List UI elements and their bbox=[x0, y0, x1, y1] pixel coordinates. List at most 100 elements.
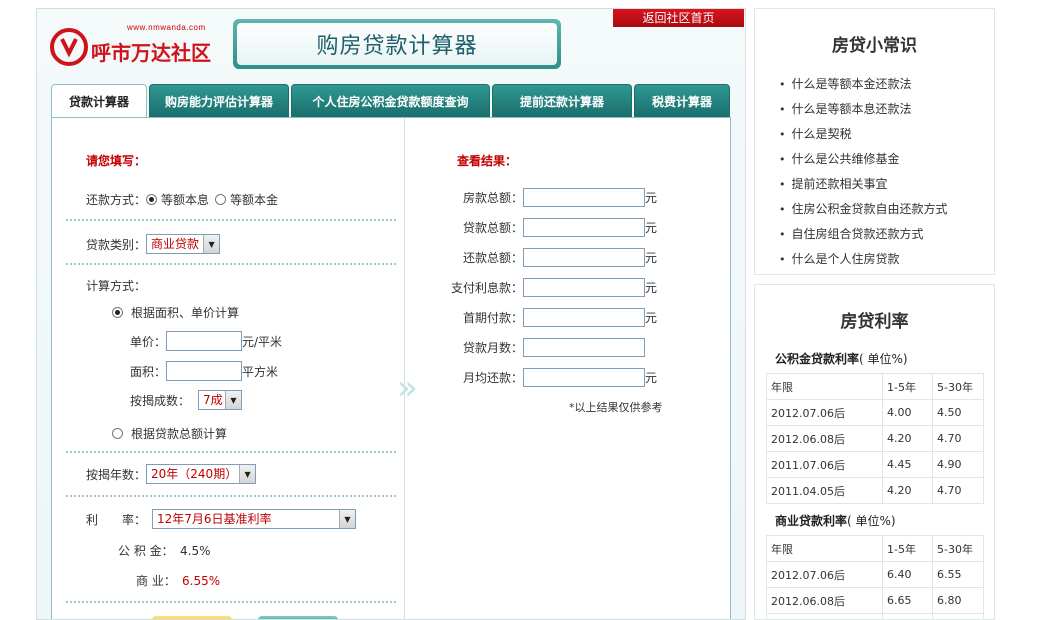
calculate-button[interactable] bbox=[152, 616, 232, 619]
calc-method-row: 计算方式： bbox=[86, 277, 146, 294]
chevron-down-icon: ▼ bbox=[339, 510, 355, 528]
result-unit: 元 bbox=[645, 281, 658, 295]
reset-button[interactable] bbox=[258, 616, 338, 619]
unit-price-label: 单价： bbox=[130, 334, 167, 349]
page-title: 购房贷款计算器 bbox=[237, 23, 557, 65]
down-payment-output[interactable] bbox=[523, 308, 645, 327]
chevron-down-icon: ▼ bbox=[239, 465, 256, 483]
result-unit: 元 bbox=[645, 191, 658, 205]
result-row: 贷款总额： 元 bbox=[445, 218, 657, 237]
repay-total-output[interactable] bbox=[523, 248, 645, 267]
fund-rate-table: 年限 1-5年 5-30年 2012.07.06后 4.00 4.50 2012.06.08… bbox=[766, 373, 984, 504]
calculator-tabs: 贷款计算器 购房能力评估计算器 个人住房公积金贷款额度查询 提前还款计算器 税费… bbox=[51, 84, 732, 118]
tip-link[interactable]: 什么是等额本息还款法 bbox=[779, 97, 994, 122]
repay-opt2-label: 等额本金 bbox=[230, 193, 279, 207]
unit-price-unit: 元/平米 bbox=[242, 334, 283, 349]
monthly-payment-output[interactable] bbox=[523, 368, 645, 387]
table-row: 2012.07.06后 4.00 4.50 bbox=[766, 399, 984, 426]
area-input[interactable] bbox=[166, 361, 242, 381]
house-total-output[interactable] bbox=[523, 188, 645, 207]
table-header-cell: 5-30年 bbox=[932, 373, 984, 400]
interest-output[interactable] bbox=[523, 278, 645, 297]
table-row: 年限 1-5年 5-30年 bbox=[766, 535, 984, 562]
result-section: 查看结果： 房款总额： 元 贷款总额： 元 还款总额： 元 支付利息款： 元 首… bbox=[405, 118, 732, 619]
tab-fund-quota[interactable]: 个人住房公积金贷款额度查询 bbox=[291, 84, 490, 118]
table-cell: 4.00 bbox=[882, 399, 933, 426]
table-cell: 6.55 bbox=[932, 561, 984, 588]
commercial-rate-row: 商 业： 6.55% bbox=[136, 572, 220, 589]
rates-title: 房贷利率 bbox=[840, 312, 909, 332]
years-row: 按揭年数： 20年（240期） ▼ bbox=[86, 464, 257, 484]
loan-total-output[interactable] bbox=[523, 218, 645, 237]
mortgage-ratio-value: 7成 bbox=[203, 393, 223, 407]
mortgage-rates-box: 房贷利率 公积金贷款利率( 单位%) 年限 1-5年 5-30年 2012.07.06… bbox=[754, 284, 995, 620]
loan-type-select[interactable]: 商业贷款 ▼ bbox=[146, 234, 221, 254]
wanda-logo-icon bbox=[50, 28, 88, 66]
fund-rate-value: 4.5% bbox=[180, 543, 211, 558]
fund-table-name: 公积金贷款利率 bbox=[775, 352, 860, 366]
table-cell: 7.05 bbox=[932, 613, 984, 619]
tip-link[interactable]: 自住房组合贷款还款方式 bbox=[779, 222, 994, 247]
table-cell: 4.70 bbox=[932, 425, 984, 452]
tip-link[interactable]: 什么是公共维修基金 bbox=[779, 147, 994, 172]
calculator-panel: 请您填写： 还款方式： 等额本息 等额本金 贷款类别： 商业贷款 ▼ 计算方式： bbox=[51, 117, 732, 619]
years-select[interactable]: 20年（240期） ▼ bbox=[146, 464, 257, 484]
table-cell: 2012.07.06后 bbox=[766, 561, 883, 588]
divider bbox=[66, 263, 396, 265]
tip-link[interactable]: 什么是等额本金还款法 bbox=[779, 72, 994, 97]
table-cell: 4.90 bbox=[932, 451, 984, 478]
result-label: 支付利息款： bbox=[450, 281, 523, 295]
table-row: 2011.07.06后 4.45 4.90 bbox=[766, 451, 984, 478]
by-area-radio[interactable] bbox=[112, 307, 123, 318]
result-label: 房款总额： bbox=[462, 191, 523, 205]
repay-method-label: 还款方式： bbox=[86, 193, 147, 207]
fund-rate-table-title: 公积金贷款利率( 单位%) bbox=[775, 350, 994, 367]
tip-link[interactable]: 什么是个人住房贷款 bbox=[779, 247, 994, 272]
table-row: 年限 1-5年 5-30年 bbox=[766, 373, 984, 400]
tips-title: 房贷小常识 bbox=[832, 36, 917, 56]
mortgage-ratio-select[interactable]: 7成 ▼ bbox=[198, 390, 242, 410]
back-to-home-link[interactable]: 返回社区首页 bbox=[613, 9, 744, 27]
divider bbox=[66, 495, 396, 497]
repay-equal-installment-radio[interactable] bbox=[146, 194, 158, 205]
tab-affordability[interactable]: 购房能力评估计算器 bbox=[149, 84, 289, 118]
loan-type-label: 贷款类别： bbox=[86, 237, 147, 252]
tip-link[interactable]: 提前还款相关事宜 bbox=[779, 172, 994, 197]
result-note: *以上结果仅供参考 bbox=[569, 401, 663, 414]
mortgage-ratio-label: 按揭成数： bbox=[130, 393, 191, 408]
table-row: 2011.04.05后 4.20 4.70 bbox=[766, 477, 984, 504]
by-total-radio[interactable] bbox=[112, 428, 123, 439]
table-header-cell: 年限 bbox=[766, 535, 883, 562]
result-row: 贷款月数： bbox=[445, 338, 645, 357]
repay-equal-principal-radio[interactable] bbox=[215, 194, 227, 205]
tab-loan-calculator[interactable]: 贷款计算器 bbox=[51, 84, 147, 118]
unit-price-input[interactable] bbox=[166, 331, 242, 351]
result-unit: 元 bbox=[645, 251, 658, 265]
result-label: 月均还款： bbox=[462, 371, 523, 385]
by-total-label: 根据贷款总额计算 bbox=[131, 427, 228, 441]
site-logo[interactable]: www.nmwanda.com 呼市万达社区 bbox=[49, 21, 219, 69]
tip-link[interactable]: 住房公积金贷款自由还款方式 bbox=[779, 197, 994, 222]
chevron-down-icon: ▼ bbox=[225, 391, 241, 409]
repay-method-row: 还款方式： 等额本息 等额本金 bbox=[86, 191, 278, 208]
table-cell: 2011.07.06后 bbox=[766, 613, 883, 619]
table-cell: 2012.07.06后 bbox=[766, 399, 883, 426]
rate-select[interactable]: 12年7月6日基准利率 ▼ bbox=[152, 509, 356, 529]
loan-type-value: 商业贷款 bbox=[151, 237, 200, 251]
rate-value: 12年7月6日基准利率 bbox=[157, 512, 272, 526]
by-total-row: 根据贷款总额计算 bbox=[112, 425, 227, 442]
divider bbox=[66, 601, 396, 603]
chevron-down-icon: ▼ bbox=[203, 235, 220, 253]
result-row: 月均还款： 元 bbox=[445, 368, 657, 387]
tab-tax[interactable]: 税费计算器 bbox=[634, 84, 730, 118]
biz-rate-table-title: 商业贷款利率( 单位%) bbox=[775, 512, 994, 529]
loan-months-output[interactable] bbox=[523, 338, 645, 357]
page-banner: 购房贷款计算器 bbox=[233, 19, 561, 69]
fill-heading: 请您填写： bbox=[86, 154, 147, 168]
biz-table-name: 商业贷款利率 bbox=[775, 514, 848, 528]
tab-prepayment[interactable]: 提前还款计算器 bbox=[492, 84, 632, 118]
tip-link[interactable]: 什么是契税 bbox=[779, 122, 994, 147]
input-section: 请您填写： 还款方式： 等额本息 等额本金 贷款类别： 商业贷款 ▼ 计算方式： bbox=[52, 118, 405, 619]
table-cell: 6.65 bbox=[882, 587, 933, 614]
table-cell: 4.50 bbox=[932, 399, 984, 426]
